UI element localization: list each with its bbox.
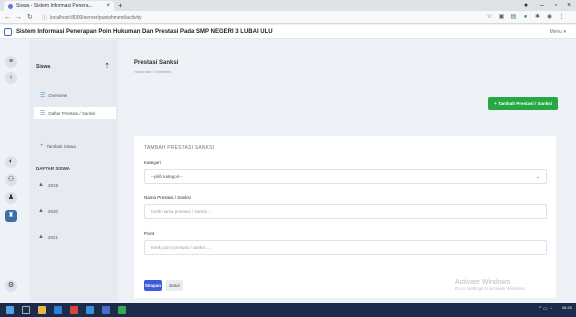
- save-button[interactable]: Simpan: [144, 280, 162, 291]
- close-window-icon[interactable]: ×: [563, 0, 575, 11]
- breadcrumb[interactable]: Hukuman / Overview: [134, 69, 171, 74]
- sidebar-item-overview[interactable]: ☰ Overview: [34, 89, 116, 101]
- app-logo-icon: [4, 27, 12, 36]
- clock-time: 06.20: [561, 305, 572, 310]
- point-placeholder: Ketik point prestasi / sanksi ...: [151, 245, 211, 250]
- system-tray-icons[interactable]: ^ ▭ ◔: [539, 306, 552, 312]
- clock[interactable]: 06.20: [562, 305, 572, 310]
- palette-icon[interactable]: ◐: [5, 156, 17, 168]
- star-icon[interactable]: ☆: [486, 13, 493, 21]
- nama-label: Nama Prestasi / Sanksi: [144, 195, 191, 200]
- app-icon[interactable]: [102, 306, 110, 314]
- maximize-icon[interactable]: ▫: [550, 0, 562, 11]
- taskbar: ^ ▭ ◔ 06.20: [0, 303, 576, 317]
- page-title: Prestasi Sanksi: [134, 60, 179, 66]
- more-icon[interactable]: ⋮: [558, 13, 565, 21]
- minimize-icon[interactable]: –: [536, 0, 548, 11]
- sidebar-year-2019[interactable]: ▲ 2019: [38, 182, 58, 188]
- back-icon[interactable]: ←: [4, 12, 11, 23]
- form-title: TAMBAH PRESTASI SANKSI: [144, 145, 215, 151]
- browser-tab-bar: Siswa - Sistem Informasi Penera... × + ●…: [0, 0, 576, 11]
- trophy-icon[interactable]: ♜: [5, 210, 17, 222]
- sidebar-item-label: Overview: [48, 92, 68, 98]
- sidebar-heading: Siswa: [36, 64, 51, 70]
- sidebar-item-label: Tambah Siswa: [46, 143, 76, 149]
- tab-title: Siswa - Sistem Informasi Penera...: [16, 3, 93, 9]
- browser-tab[interactable]: Siswa - Sistem Informasi Penera... ×: [4, 1, 114, 11]
- account-icon[interactable]: ◉: [546, 13, 553, 21]
- list-icon: ☰: [40, 92, 46, 99]
- store-icon[interactable]: [54, 306, 62, 314]
- year-label: 2020: [47, 208, 58, 214]
- icon-rail: ≡ ‹ ◐ ⚇ ♟ ♜ ⚙: [0, 40, 24, 302]
- list-icon: ☰: [40, 110, 46, 117]
- menu-dropdown[interactable]: Menu ▾: [550, 29, 566, 35]
- file-explorer-icon[interactable]: [38, 306, 46, 314]
- windows-start-icon[interactable]: [6, 306, 14, 314]
- user-settings-icon[interactable]: ⚙: [5, 280, 17, 292]
- sidebar-item-tambah-siswa[interactable]: + Tambah Siswa: [34, 140, 116, 152]
- new-tab-icon[interactable]: +: [118, 1, 123, 10]
- chevron-down-icon: ⌄: [535, 173, 540, 180]
- graduation-cap-icon: ▲: [38, 208, 44, 214]
- profile-icon[interactable]: ●: [520, 0, 532, 11]
- pin-icon[interactable]: ⇡: [104, 62, 110, 70]
- menu-label: Menu: [549, 28, 563, 35]
- sidebar-item-label: Daftar Prestasi / Sanksi: [48, 110, 96, 116]
- add-prestasi-button[interactable]: + Tambah Prestasi / Sanksi: [488, 97, 558, 110]
- url-text: localhost:8000/server/punishment/activit…: [50, 14, 142, 21]
- info-icon: ⓘ: [42, 15, 48, 21]
- plus-icon: +: [40, 143, 44, 149]
- app-icon[interactable]: [70, 306, 78, 314]
- close-tab-icon[interactable]: ×: [106, 3, 110, 9]
- activation-watermark: Activate Windows Go to Settings to activ…: [455, 279, 526, 291]
- search-icon[interactable]: [22, 306, 30, 314]
- form-card: TAMBAH PRESTASI SANKSI Kategori --pilih …: [134, 136, 556, 298]
- kategori-label: Kategori: [144, 160, 161, 165]
- kategori-select[interactable]: --pilih kategori-- ⌄: [144, 169, 547, 184]
- year-label: 2019: [47, 182, 58, 188]
- puzzle-icon[interactable]: ✱: [534, 13, 541, 21]
- sidebar-section-title: DAFTAR SISWA: [36, 166, 70, 171]
- watermark-line2: Go to Settings to activate Windows.: [455, 286, 527, 291]
- address-bar-row: ← → ↻ ⓘ localhost:8000/server/punishment…: [0, 11, 576, 24]
- extension-icon[interactable]: ▣: [498, 13, 505, 21]
- graduation-cap-icon: ▲: [38, 182, 44, 188]
- forward-icon[interactable]: →: [15, 12, 22, 23]
- cancel-button[interactable]: Batal: [166, 280, 183, 291]
- year-label: 2021: [47, 234, 58, 240]
- app-icon[interactable]: [118, 306, 126, 314]
- hamburger-icon[interactable]: ≡: [5, 56, 17, 68]
- sidebar-item-daftar-prestasi[interactable]: ☰ Daftar Prestasi / Sanksi: [34, 107, 116, 119]
- reload-icon[interactable]: ↻: [27, 12, 33, 23]
- app-header: Sistem Informasi Penerapan Poin Hukuman …: [0, 25, 576, 39]
- back-arrow-icon[interactable]: ‹: [5, 72, 17, 84]
- point-label: Point: [144, 231, 155, 236]
- favicon-icon: [8, 3, 13, 9]
- extension-icon[interactable]: ▤: [510, 13, 517, 21]
- person-icon[interactable]: ♟: [5, 192, 17, 204]
- nama-placeholder: Ketik nama prestasi / sanksi ...: [151, 209, 213, 214]
- url-input[interactable]: ⓘ localhost:8000/server/punishment/activ…: [42, 13, 442, 22]
- sidebar-year-2020[interactable]: ▲ 2020: [38, 208, 58, 214]
- extension-icon[interactable]: ●: [522, 13, 529, 21]
- watermark-line1: Activate Windows: [455, 279, 511, 286]
- main-content: Prestasi Sanksi Hukuman / Overview + Tam…: [124, 40, 570, 302]
- point-input[interactable]: Ketik point prestasi / sanksi ...: [144, 240, 547, 255]
- nama-input[interactable]: Ketik nama prestasi / sanksi ...: [144, 204, 547, 219]
- sidebar: Siswa ⇡ ☰ Overview ☰ Daftar Prestasi / S…: [30, 40, 118, 302]
- kategori-value: --pilih kategori--: [151, 174, 183, 179]
- sidebar-year-2021[interactable]: ▲ 2021: [38, 234, 58, 240]
- browser-icon[interactable]: [86, 306, 94, 314]
- app-title: Sistem Informasi Penerapan Poin Hukuman …: [16, 28, 273, 35]
- users-icon[interactable]: ⚇: [5, 174, 17, 186]
- graduation-cap-icon: ▲: [38, 234, 44, 240]
